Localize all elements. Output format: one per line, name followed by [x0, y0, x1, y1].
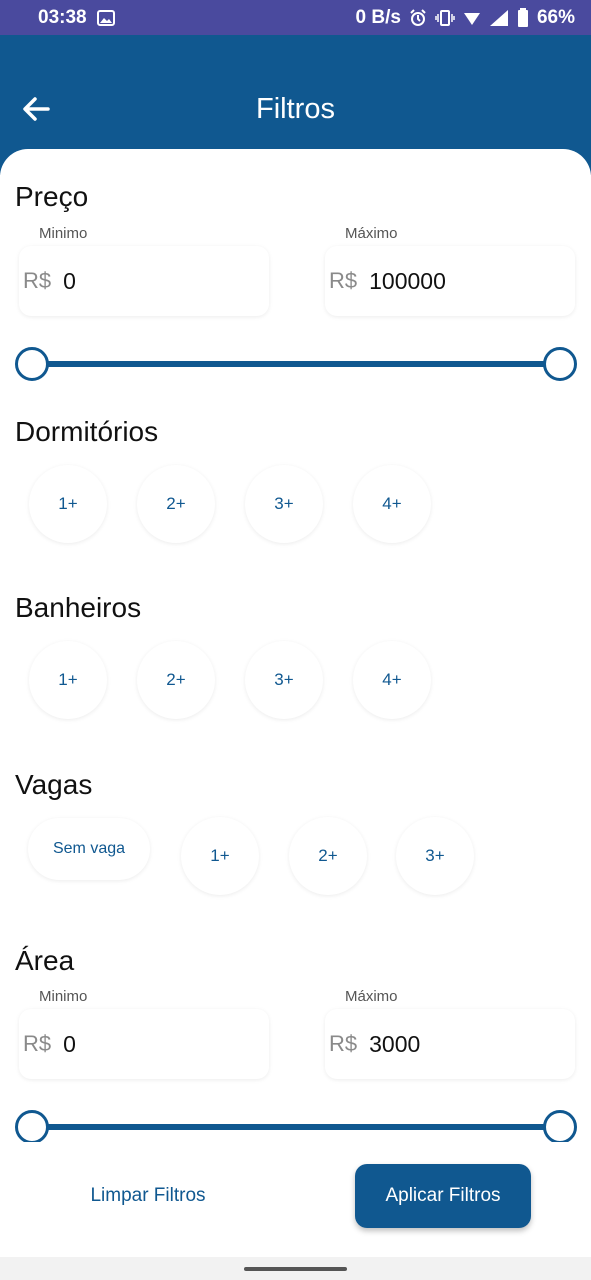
- price-min-field[interactable]: R$: [19, 246, 269, 316]
- battery-percent: 66%: [536, 6, 575, 28]
- area-slider-min-thumb[interactable]: [15, 1110, 49, 1142]
- clear-filters-button[interactable]: Limpar Filtros: [66, 1178, 230, 1214]
- footer-actions: Limpar Filtros Aplicar Filtros: [0, 1142, 591, 1257]
- alarm-icon: [409, 8, 427, 27]
- price-slider-min-thumb[interactable]: [15, 347, 49, 381]
- price-max-field[interactable]: R$: [325, 246, 575, 316]
- parking-option-none[interactable]: Sem vaga: [28, 818, 150, 880]
- bedrooms-section-title: Dormitórios: [15, 416, 159, 447]
- home-gesture-handle[interactable]: [244, 1267, 347, 1271]
- bedrooms-option-3[interactable]: 3+: [245, 465, 323, 543]
- price-max-input[interactable]: [369, 267, 540, 295]
- parking-section-title: Vagas: [15, 769, 93, 800]
- price-max-currency: R$: [329, 268, 358, 293]
- network-speed: 0 B/s: [355, 6, 401, 28]
- area-min-label: Minimo: [39, 988, 88, 1005]
- area-max-label: Máximo: [345, 988, 398, 1005]
- bathrooms-section-title: Banheiros: [15, 592, 142, 623]
- area-section-title: Área: [15, 945, 75, 976]
- status-bar: 03:38 0 B/s 66%: [0, 0, 591, 35]
- system-nav-bar: [0, 1257, 591, 1280]
- parking-option-2[interactable]: 2+: [289, 817, 367, 895]
- vibrate-icon: [435, 9, 455, 27]
- filters-content[interactable]: Preço Minimo Máximo R$ R$ Dormitórios 1+…: [0, 149, 591, 1142]
- area-min-input[interactable]: [63, 1030, 234, 1058]
- area-max-field[interactable]: R$: [325, 1009, 575, 1079]
- area-range-slider[interactable]: [15, 1110, 577, 1142]
- price-min-label: Minimo: [39, 225, 88, 242]
- price-range-slider[interactable]: [15, 347, 577, 381]
- bedrooms-option-2[interactable]: 2+: [137, 465, 215, 543]
- bathrooms-option-1[interactable]: 1+: [29, 641, 107, 719]
- price-section-title: Preço: [15, 181, 89, 212]
- bathrooms-option-2[interactable]: 2+: [137, 641, 215, 719]
- battery-icon: [517, 7, 529, 28]
- area-min-field[interactable]: R$: [19, 1009, 269, 1079]
- image-notification-icon: [96, 9, 115, 26]
- price-min-input[interactable]: [63, 267, 234, 295]
- area-slider-track: [31, 1124, 561, 1130]
- parking-option-3[interactable]: 3+: [396, 817, 474, 895]
- price-slider-track: [31, 361, 561, 367]
- bedrooms-option-4[interactable]: 4+: [353, 465, 431, 543]
- area-slider-max-thumb[interactable]: [543, 1110, 577, 1142]
- status-time: 03:38: [38, 6, 87, 28]
- bathrooms-option-4[interactable]: 4+: [353, 641, 431, 719]
- wifi-icon: [463, 10, 481, 26]
- price-min-currency: R$: [23, 268, 52, 293]
- apply-filters-button[interactable]: Aplicar Filtros: [355, 1164, 531, 1228]
- parking-option-1[interactable]: 1+: [181, 817, 259, 895]
- signal-icon: [489, 9, 509, 27]
- bathrooms-option-3[interactable]: 3+: [245, 641, 323, 719]
- area-min-currency: R$: [23, 1031, 52, 1056]
- area-max-input[interactable]: [369, 1030, 540, 1058]
- price-slider-max-thumb[interactable]: [543, 347, 577, 381]
- bedrooms-option-1[interactable]: 1+: [29, 465, 107, 543]
- area-max-currency: R$: [329, 1031, 358, 1056]
- page-title: Filtros: [256, 93, 335, 125]
- price-max-label: Máximo: [345, 225, 398, 242]
